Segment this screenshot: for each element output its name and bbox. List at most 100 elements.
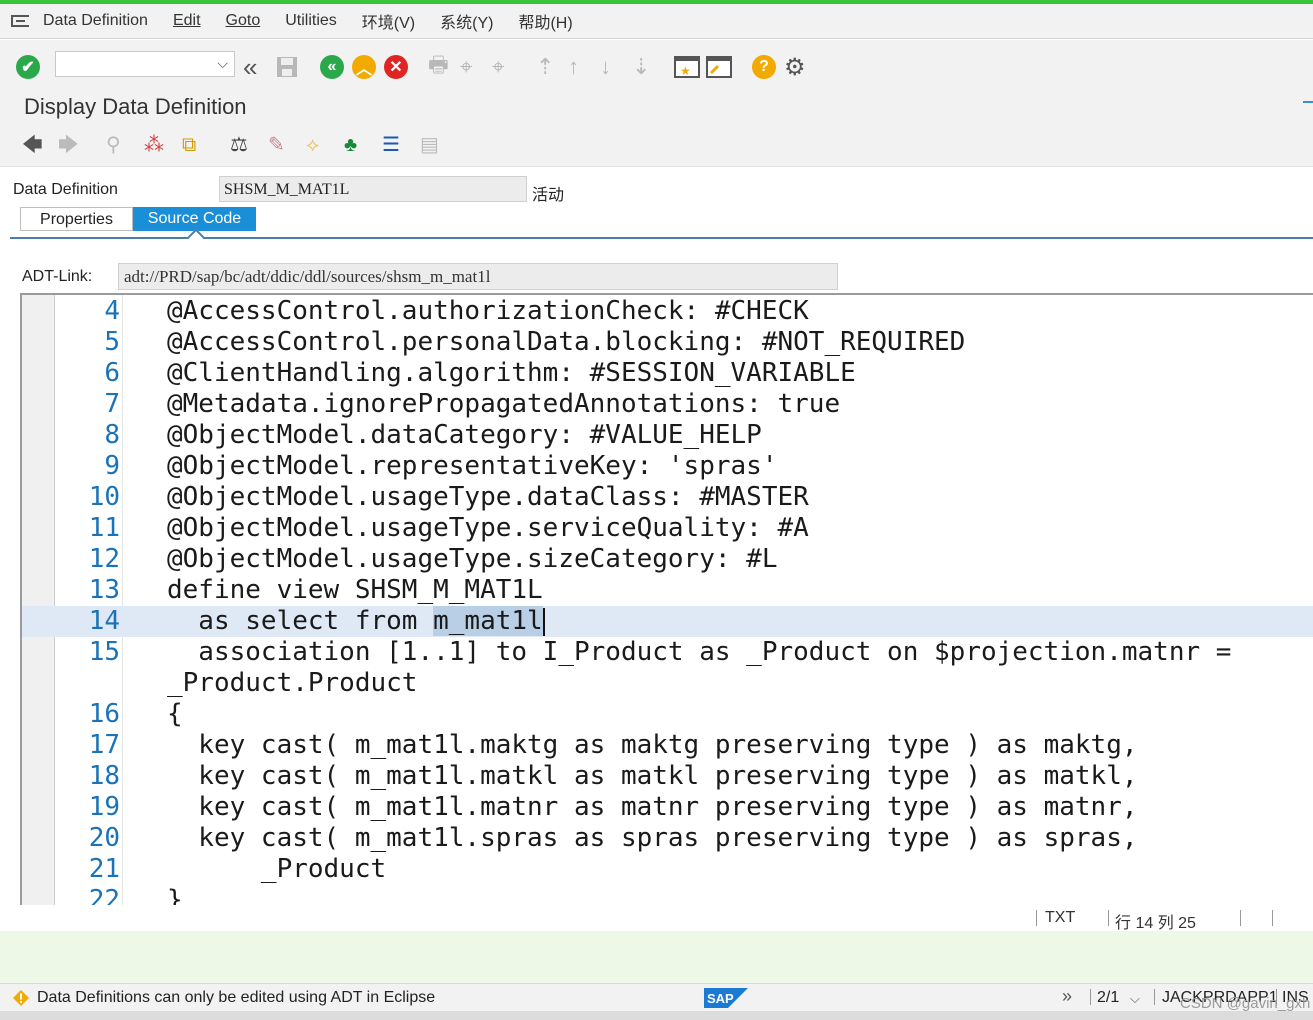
chevron-down-icon[interactable]: ⌵: [217, 55, 228, 72]
menu-utilities[interactable]: Utilities: [285, 12, 337, 30]
code-content: key cast( m_mat1l.matkl as matkl preserv…: [167, 761, 1138, 791]
check-object-icon[interactable]: ⚖: [230, 134, 248, 156]
code-line[interactable]: 14 as select from m_mat1l: [22, 606, 1313, 637]
enter-check-icon: ✔: [16, 55, 40, 79]
table-icon[interactable]: ▤: [420, 134, 439, 156]
status-separator: [1240, 910, 1241, 926]
cancel-button[interactable]: ✕: [384, 54, 408, 80]
line-number: 4: [104, 296, 120, 326]
code-line[interactable]: 11 @ObjectModel.usageType.serviceQuality:…: [22, 513, 1313, 544]
code-text: @AccessControl.authorizationCheck: #CHEC…: [167, 296, 809, 327]
line-number: 13: [88, 575, 120, 605]
code-line[interactable]: 21 _Product: [22, 854, 1313, 885]
expand-status-icon[interactable]: »: [1062, 986, 1072, 1007]
code-line[interactable]: 16 {: [22, 699, 1313, 730]
page-title: Display Data Definition: [24, 94, 247, 119]
empty-area: [0, 931, 1313, 983]
help-button[interactable]: ?: [752, 54, 776, 80]
code-line[interactable]: 10 @ObjectModel.usageType.dataClass: #MAS…: [22, 482, 1313, 513]
test-icon[interactable]: ⟡: [306, 134, 319, 156]
menu-help[interactable]: 帮助(H): [518, 9, 572, 33]
menu-goto[interactable]: Goto: [226, 12, 261, 30]
title-bar: Display Data Definition: [0, 94, 1313, 124]
tab-source-code[interactable]: Source Code: [133, 207, 256, 231]
print-icon[interactable]: 🖶: [428, 52, 449, 80]
code-text: @ObjectModel.usageType.dataClass: #MASTE…: [167, 482, 809, 513]
code-line[interactable]: 4 @AccessControl.authorizationCheck: #CHE…: [22, 296, 1313, 327]
forward-arrow-icon[interactable]: 🡆: [58, 134, 79, 156]
application-toolbar: 🡄 🡆 ⚲ ⁂ ⧉ ⚖ ✎ ⟡ ♣ ☰ ▤: [0, 124, 1313, 167]
code-line[interactable]: 20 key cast( m_mat1l.spras as spras pres…: [22, 823, 1313, 854]
align-icon[interactable]: ☰: [382, 134, 400, 156]
new-session-button[interactable]: ★: [674, 54, 700, 80]
back-icon[interactable]: «: [243, 52, 257, 82]
exit-button[interactable]: ︿: [352, 54, 376, 80]
hierarchy-icon[interactable]: ♣: [344, 134, 357, 156]
save-button[interactable]: [275, 54, 299, 80]
source-code-editor[interactable]: 4 @AccessControl.authorizationCheck: #CHE…: [20, 293, 1313, 905]
next-page-icon[interactable]: ↓: [600, 54, 611, 80]
menu-data-definition[interactable]: Data Definition: [43, 12, 148, 30]
line-number: 20: [88, 823, 120, 853]
code-content: {: [167, 699, 183, 729]
line-number: 12: [88, 544, 120, 574]
code-content: _Product.Product: [167, 668, 418, 698]
code-line[interactable]: 5 @AccessControl.personalData.blocking: #…: [22, 327, 1313, 358]
green-back-icon: «: [320, 55, 344, 79]
green-back-button[interactable]: «: [320, 54, 344, 80]
where-used-icon[interactable]: ⁂: [144, 134, 164, 156]
code-text: _Product.Product: [167, 668, 417, 699]
code-line[interactable]: 15 association [1..1] to I_Product as _P…: [22, 637, 1313, 668]
first-page-icon[interactable]: ⇡: [536, 54, 554, 80]
code-line[interactable]: 8 @ObjectModel.dataCategory: #VALUE_HELP: [22, 420, 1313, 451]
code-content: @ObjectModel.usageType.dataClass: #MASTE…: [167, 482, 809, 512]
code-content: @ObjectModel.dataCategory: #VALUE_HELP: [167, 420, 762, 450]
code-line[interactable]: 9 @ObjectModel.representativeKey: 'spras': [22, 451, 1313, 482]
code-line[interactable]: 22}: [22, 885, 1313, 905]
cursor-position: 行 14 列 25: [1115, 915, 1196, 932]
chevron-down-icon[interactable]: ⌵: [1130, 991, 1140, 1007]
tab-properties[interactable]: Properties: [20, 207, 133, 231]
enter-button[interactable]: ✔: [16, 54, 40, 80]
object-status: 活动: [532, 187, 565, 204]
code-text: key cast( m_mat1l.matkl as matkl preserv…: [167, 761, 1138, 792]
adt-link-field[interactable]: adt://PRD/sap/bc/adt/ddic/ddl/sources/sh…: [118, 263, 838, 290]
code-line[interactable]: 12 @ObjectModel.usageType.sizeCategory: #…: [22, 544, 1313, 575]
shortcut-button[interactable]: [706, 54, 732, 80]
code-line[interactable]: _Product.Product: [22, 668, 1313, 699]
command-field[interactable]: ⌵: [55, 51, 235, 77]
code-content: key cast( m_mat1l.matnr as matnr preserv…: [167, 792, 1138, 822]
adt-link-label: ADT-Link:: [22, 268, 93, 285]
menu-environment[interactable]: 环境(V): [362, 9, 415, 33]
code-text: }: [167, 885, 183, 905]
code-line[interactable]: 18 key cast( m_mat1l.matkl as matkl pres…: [22, 761, 1313, 792]
settings-icon[interactable]: ⚙: [784, 54, 806, 81]
help-icon: ?: [752, 55, 776, 79]
code-line[interactable]: 6 @ClientHandling.algorithm: #SESSION_VAR…: [22, 358, 1313, 389]
back-arrow-icon[interactable]: 🡄: [22, 134, 43, 156]
copy-icon[interactable]: ⧉: [182, 134, 196, 156]
code-text: @ObjectModel.representativeKey: 'spras': [167, 451, 777, 482]
display-other-icon[interactable]: ⚲: [106, 134, 121, 156]
status-message[interactable]: Data Definitions can only be edited usin…: [37, 989, 435, 1007]
last-page-icon[interactable]: ⇣: [632, 54, 650, 80]
cancel-icon: ✕: [384, 55, 408, 79]
code-line[interactable]: 13 define view SHSM_M_MAT1L: [22, 575, 1313, 606]
standard-toolbar: ✔ ⌵ « « ︿ ✕ 🖶 ⌖ ⌖ ⇡ ↑ ↓ ⇣ ★ ? ⚙: [0, 40, 1313, 94]
data-definition-field[interactable]: SHSM_M_MAT1L: [219, 176, 527, 202]
find-icon[interactable]: ⌖: [460, 54, 472, 80]
activate-icon[interactable]: ✎: [268, 134, 285, 156]
code-text: key cast( m_mat1l.maktg as maktg preserv…: [167, 730, 1137, 761]
menu-system[interactable]: 系统(Y): [440, 9, 493, 33]
code-line[interactable]: 19 key cast( m_mat1l.matnr as matnr pres…: [22, 792, 1313, 823]
menu-edit[interactable]: Edit: [173, 12, 201, 30]
code-line[interactable]: 17 key cast( m_mat1l.maktg as maktg pres…: [22, 730, 1313, 761]
line-number: 21: [88, 854, 120, 884]
menu-toggle-icon[interactable]: [11, 15, 29, 27]
previous-page-icon[interactable]: ↑: [568, 54, 579, 80]
warning-icon: [13, 990, 29, 1006]
find-next-icon[interactable]: ⌖: [492, 54, 504, 80]
code-line[interactable]: 7 @Metadata.ignorePropagatedAnnotations: …: [22, 389, 1313, 420]
code-content: as select from: [167, 606, 434, 636]
tab-indicator: [187, 228, 205, 246]
